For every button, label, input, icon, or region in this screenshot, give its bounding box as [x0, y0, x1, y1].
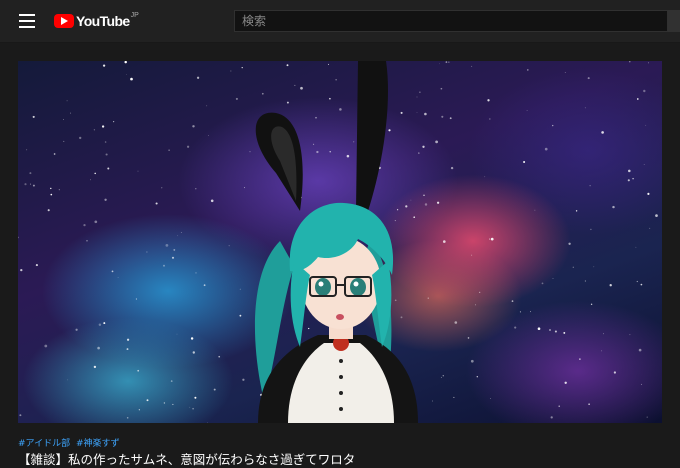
search-input[interactable]: [234, 10, 668, 32]
right-ear: [356, 61, 388, 211]
video-title: 【雑談】私の作ったサムネ、意図が伝わらなさ過ぎてワロタ: [18, 452, 356, 467]
hashtag-link[interactable]: #アイドル部: [18, 439, 70, 449]
logo-text: YouTube: [76, 13, 130, 29]
hashtag-list: #アイドル部 #神楽すず: [18, 436, 123, 449]
hashtag-link[interactable]: #神楽すず: [76, 439, 120, 449]
video-player[interactable]: [18, 61, 662, 423]
mouth: [336, 314, 344, 320]
logo-region: JP: [130, 12, 139, 19]
menu-icon[interactable]: [19, 14, 35, 28]
youtube-logo-icon: [54, 14, 74, 28]
top-bar: YouTube JP: [0, 0, 680, 43]
search-button[interactable]: [668, 10, 680, 32]
vtuber-avatar: [254, 61, 418, 423]
youtube-logo[interactable]: YouTube JP: [54, 11, 139, 31]
